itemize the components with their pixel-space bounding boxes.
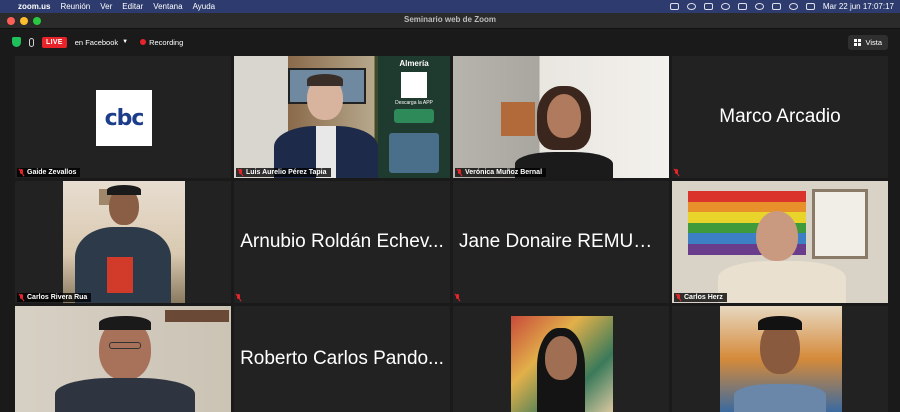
meeting-toolbar: LIVE en Facebook ▼ Recording Vista — [0, 30, 900, 54]
window-titlebar: Seminario web de Zoom — [0, 13, 900, 29]
participant-tile[interactable]: Roberto Carlos Pando... — [234, 306, 450, 412]
participant-tile-active-speaker[interactable] — [15, 306, 231, 412]
participant-nameplate: Carlos Herz — [674, 293, 727, 302]
participant-name: Carlos Herz — [684, 294, 723, 301]
window-title: Seminario web de Zoom — [403, 15, 496, 24]
participant-name: Verónica Muñoz Bernal — [465, 169, 543, 176]
participant-name-large: Roberto Carlos Pando... — [240, 348, 444, 369]
live-target-dropdown[interactable]: en Facebook ▼ — [75, 38, 128, 47]
gallery-grid: cbc Gaide Zevallos Almería Descarga la A… — [15, 56, 891, 412]
bluetooth-icon[interactable] — [771, 3, 781, 10]
macos-menubar: zoom.us Reunión Ver Editar Ventana Ayuda… — [0, 0, 900, 13]
recording-dot-icon — [140, 39, 147, 45]
muted-mic-icon — [457, 169, 462, 176]
control-center-icon[interactable] — [805, 3, 815, 10]
participant-tile[interactable]: Arnubio Roldán Echev... — [234, 181, 450, 303]
muted-mic-icon — [674, 169, 679, 176]
participant-name: Luis Aurelio Pérez Tapia — [246, 169, 327, 176]
recording-indicator[interactable]: Recording — [140, 38, 183, 47]
participant-video — [453, 306, 669, 412]
participant-tile[interactable]: Almería Descarga la APP Luis Aurelio Pér… — [234, 56, 450, 178]
banner-title: Almería — [399, 59, 429, 68]
participant-video — [672, 306, 888, 412]
muted-mic-icon — [676, 294, 681, 301]
live-badge: LIVE — [42, 36, 67, 48]
participant-name: Gaide Zevallos — [27, 169, 77, 176]
participant-tile[interactable]: Carlos Herz — [672, 181, 888, 303]
participant-video — [15, 181, 231, 303]
muted-mic-icon — [236, 294, 241, 301]
participant-tile[interactable]: cbc Gaide Zevallos — [15, 56, 231, 178]
menu-reunion[interactable]: Reunión — [60, 2, 90, 11]
search-icon[interactable] — [788, 3, 798, 10]
cbc-logo: cbc — [96, 90, 152, 146]
menu-app[interactable]: zoom.us — [18, 2, 50, 11]
view-button[interactable]: Vista — [848, 34, 888, 50]
participant-tile[interactable]: Marco Arcadio — [672, 56, 888, 178]
menu-ventana[interactable]: Ventana — [153, 2, 182, 11]
participant-nameplate: Carlos Rivera Rua — [17, 293, 92, 302]
grid-view-icon — [854, 38, 862, 46]
participant-video — [15, 306, 231, 412]
view-label: Vista — [865, 37, 882, 47]
live-target-label: en Facebook — [74, 37, 119, 47]
menu-editar[interactable]: Editar — [122, 2, 143, 11]
participant-name-large: Jane Donaire REMURPE — [459, 231, 669, 252]
participant-video: Almería Descarga la APP — [234, 56, 450, 178]
participant-nameplate: Gaide Zevallos — [17, 168, 81, 177]
status-tray-icon[interactable] — [686, 3, 696, 10]
chevron-down-icon: ▼ — [122, 39, 129, 45]
participant-nameplate: Verónica Muñoz Bernal — [455, 168, 547, 177]
participant-tile[interactable] — [453, 306, 669, 412]
participant-video — [672, 181, 888, 303]
participant-name-large: Marco Arcadio — [719, 106, 841, 127]
participant-tile[interactable] — [672, 306, 888, 412]
participant-video — [453, 56, 669, 178]
recording-label: Recording — [149, 37, 184, 47]
microphone-icon[interactable] — [29, 37, 34, 47]
menubar-clock[interactable]: Mar 22 jun 17:07:17 — [823, 2, 894, 11]
volume-icon[interactable] — [754, 3, 764, 10]
menu-ayuda[interactable]: Ayuda — [193, 2, 216, 11]
security-shield-icon[interactable] — [12, 37, 21, 47]
muted-mic-icon — [238, 169, 243, 176]
banner-app-prompt: Descarga la APP — [395, 100, 433, 106]
menu-ver[interactable]: Ver — [100, 2, 112, 11]
muted-mic-icon — [19, 294, 24, 301]
muted-mic-icon — [455, 294, 460, 301]
participant-name-large: Arnubio Roldán Echev... — [240, 231, 444, 252]
battery-icon[interactable] — [737, 3, 747, 10]
time-machine-icon[interactable] — [703, 3, 713, 10]
participant-tile[interactable]: Jane Donaire REMURPE — [453, 181, 669, 303]
zoom-tray-icon[interactable] — [669, 3, 679, 10]
participant-name: Carlos Rivera Rua — [27, 294, 88, 301]
wifi-icon[interactable] — [720, 3, 730, 10]
participant-tile[interactable]: Verónica Muñoz Bernal — [453, 56, 669, 178]
participant-tile[interactable]: Carlos Rivera Rua — [15, 181, 231, 303]
participant-nameplate: Luis Aurelio Pérez Tapia — [236, 168, 331, 177]
muted-mic-icon — [19, 169, 24, 176]
